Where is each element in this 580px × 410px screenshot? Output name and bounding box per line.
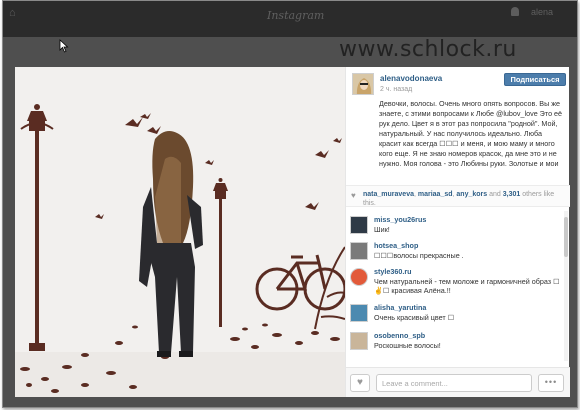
follow-button[interactable]: Подписаться [504,73,566,86]
like-button-heart-icon[interactable]: ♥ [350,374,370,392]
commenter-avatar[interactable] [350,268,368,286]
comment-text: ☐☐☐волосы прекрасные . [374,251,464,260]
likes-summary: ♥ nata_muraveva, mariaa_sd, any_kors and… [346,185,570,207]
comments-scrollbar[interactable] [564,211,568,361]
top-navigation-bar: ⌂ Instagram alena [3,1,577,37]
comment-bar: ♥ ••• [346,367,570,397]
instagram-logo[interactable]: Instagram [267,9,324,22]
screenshot-frame: ⌂ Instagram alena www.schlock.ru alenavo… [2,0,578,408]
more-options-button[interactable]: ••• [538,374,564,392]
commenter-username-link[interactable]: osobenno_spb [374,331,425,340]
comment-input[interactable] [376,374,532,392]
commenter-avatar[interactable] [350,304,368,322]
watermark: www.schlock.ru [339,37,517,62]
post-photo[interactable] [15,67,345,397]
commenter-avatar[interactable] [350,216,368,234]
comment-text: Роскошные волосы! [374,341,441,350]
commenter-username-link[interactable]: miss_you26rus [374,215,426,224]
scrollbar-thumb[interactable] [564,217,568,257]
comment-item: hotsea_shop ☐☐☐волосы прекрасные . [350,241,562,265]
liker-link[interactable]: nata_muraveva [363,191,414,198]
comment-item: style360.ru Чем натуральней - тем моложе… [350,267,562,295]
wall-mural-image [15,67,345,397]
comment-item: osobenno_spb Роскошные волосы! [350,331,562,355]
commenter-username-link[interactable]: alisha_yarutina [374,303,426,312]
home-icon[interactable]: ⌂ [9,7,16,19]
mouse-cursor-icon [59,39,69,53]
user-icon[interactable] [511,7,519,16]
comment-item: alisha_yarutina Очень красивый цвет ☐ [350,303,562,327]
post-timestamp[interactable]: 2 ч. назад [380,86,412,93]
post-caption: Девочки, волосы. Очень много опять вопро… [379,99,563,168]
likes-text: nata_muraveva, mariaa_sd, any_kors and 3… [363,191,555,207]
post-details-panel: alenavodonaeva 2 ч. назад Подписаться Де… [345,67,570,397]
comment-text: Чем натуральней - тем моложе и гармоничн… [374,277,560,295]
liker-link[interactable]: any_kors [456,191,487,198]
comment-text: Очень красивый цвет ☐ [374,313,455,322]
post-header: alenavodonaeva 2 ч. назад Подписаться [352,73,566,101]
commenter-avatar[interactable] [350,242,368,260]
comments-list[interactable]: miss_you26rus Шик! hotsea_shop ☐☐☐волосы… [346,211,570,363]
heart-icon: ♥ [351,191,356,200]
comment-item: miss_you26rus Шик! [350,215,562,239]
commenter-username-link[interactable]: style360.ru [374,267,412,276]
author-username-link[interactable]: alenavodonaeva [380,74,442,83]
comment-text: Шик! [374,225,390,234]
user-menu[interactable]: alena [531,7,553,17]
commenter-username-link[interactable]: hotsea_shop [374,241,418,250]
likes-count-link[interactable]: 3,301 [503,191,521,198]
liker-link[interactable]: mariaa_sd [418,191,453,198]
author-avatar[interactable] [352,73,374,95]
commenter-avatar[interactable] [350,332,368,350]
author-avatar-image [353,74,373,94]
